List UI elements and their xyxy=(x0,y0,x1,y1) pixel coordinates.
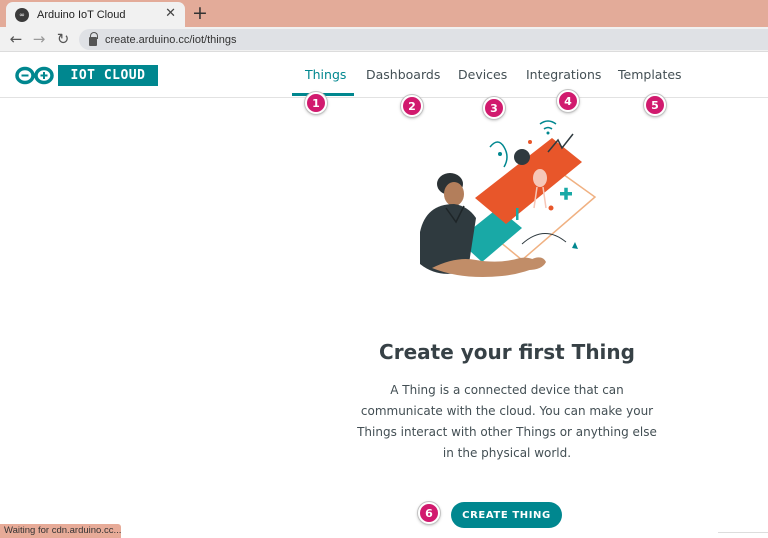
create-thing-button[interactable]: CREATE THING xyxy=(451,502,562,528)
marker-1: 1 xyxy=(305,92,327,114)
nav-integrations[interactable]: Integrations xyxy=(526,67,601,82)
browser-status-bar: Waiting for cdn.arduino.cc... xyxy=(0,524,121,538)
url-text: create.arduino.cc/iot/things xyxy=(105,33,237,46)
forward-arrow-icon[interactable]: → xyxy=(30,30,48,48)
person-holding-devices-illustration xyxy=(420,120,597,277)
browser-toolbar: ← → ↻ create.arduino.cc/iot/things xyxy=(0,27,768,52)
nav-devices[interactable]: Devices xyxy=(458,67,507,82)
iot-cloud-logo[interactable]: IOT CLOUD xyxy=(58,65,158,86)
new-tab-icon[interactable]: + xyxy=(192,2,208,24)
page: ∞ Arduino IoT Cloud ✕ + ← → ↻ create.ard… xyxy=(0,0,768,538)
nav-dashboards[interactable]: Dashboards xyxy=(366,67,440,82)
divider xyxy=(718,532,768,538)
marker-5: 5 xyxy=(644,94,666,116)
reload-icon[interactable]: ↻ xyxy=(54,30,72,48)
lock-icon[interactable] xyxy=(89,31,98,46)
browser-tab[interactable]: ∞ Arduino IoT Cloud ✕ xyxy=(6,2,185,27)
nav-templates[interactable]: Templates xyxy=(618,67,682,82)
address-bar[interactable]: create.arduino.cc/iot/things xyxy=(79,29,768,50)
marker-6: 6 xyxy=(418,502,440,524)
empty-state-title: Create your first Thing xyxy=(379,340,635,364)
back-arrow-icon[interactable]: ← xyxy=(7,30,25,48)
arduino-favicon-icon: ∞ xyxy=(15,7,29,22)
app-header: IOT CLOUD Things Dashboards Devices Inte… xyxy=(0,53,768,98)
browser-tab-strip: ∞ Arduino IoT Cloud ✕ + xyxy=(0,0,768,27)
arduino-logo-icon[interactable] xyxy=(15,66,55,85)
close-tab-icon[interactable]: ✕ xyxy=(165,7,176,21)
marker-4: 4 xyxy=(557,90,579,112)
tab-title: Arduino IoT Cloud xyxy=(37,8,126,21)
nav-things[interactable]: Things xyxy=(305,67,346,82)
empty-state-description: A Thing is a connected device that can c… xyxy=(357,383,657,460)
